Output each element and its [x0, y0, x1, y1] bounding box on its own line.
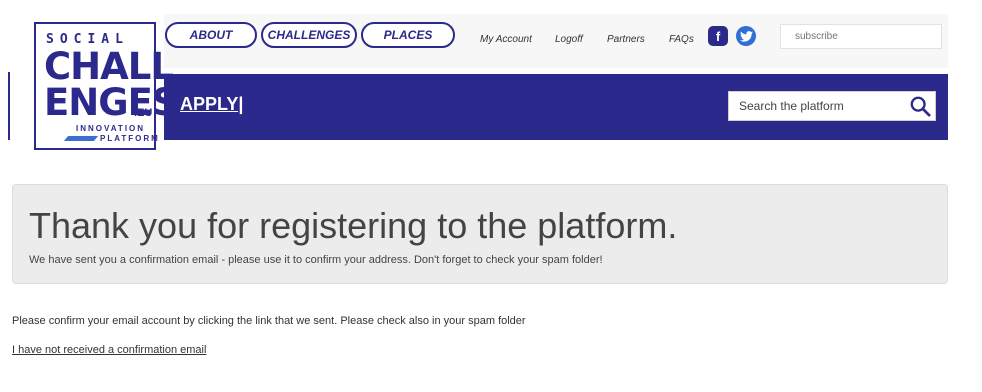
registration-notice: Thank you for registering to the platfor…: [12, 184, 948, 284]
page: SOCIAL CHALL ENGES .EU INNOVATION PLATFO…: [0, 0, 982, 392]
my-account-link[interactable]: My Account: [480, 34, 532, 45]
logo-tagline-2: PLATFORM: [100, 134, 160, 143]
notice-subtitle: We have sent you a confirmation email - …: [29, 254, 603, 266]
logo-suffix: .EU: [134, 107, 153, 119]
logo-line-2: CHALL: [44, 45, 174, 88]
twitter-bird-glyph: [739, 30, 753, 42]
facebook-glyph: f: [715, 28, 721, 44]
apply-link[interactable]: APPLY|: [180, 94, 243, 115]
notice-title: Thank you for registering to the platfor…: [29, 205, 678, 246]
facebook-icon[interactable]: f: [708, 26, 728, 46]
partners-link[interactable]: Partners: [607, 34, 645, 45]
subscribe-input[interactable]: [780, 24, 942, 49]
resend-confirmation-link[interactable]: I have not received a confirmation email: [12, 344, 206, 356]
nav-places-button[interactable]: PLACES: [361, 22, 455, 48]
twitter-icon[interactable]: [736, 26, 756, 46]
logo-stripe: [63, 136, 99, 141]
left-accent-bar: [8, 72, 10, 140]
header-band: APPLY|: [164, 74, 948, 140]
nav-about-button[interactable]: ABOUT: [165, 22, 257, 48]
logoff-link[interactable]: Logoff: [555, 34, 583, 45]
logo-line-3: ENGES: [44, 81, 179, 124]
confirm-message: Please confirm your email account by cli…: [12, 315, 526, 327]
search-input[interactable]: [729, 92, 899, 120]
search-icon[interactable]: [909, 95, 931, 117]
site-logo[interactable]: SOCIAL CHALL ENGES .EU INNOVATION PLATFO…: [34, 22, 179, 150]
logo-tagline-1: INNOVATION: [76, 124, 146, 133]
nav-challenges-button[interactable]: CHALLENGES: [261, 22, 357, 48]
faqs-link[interactable]: FAQs: [669, 34, 694, 45]
search-box[interactable]: [728, 91, 936, 121]
